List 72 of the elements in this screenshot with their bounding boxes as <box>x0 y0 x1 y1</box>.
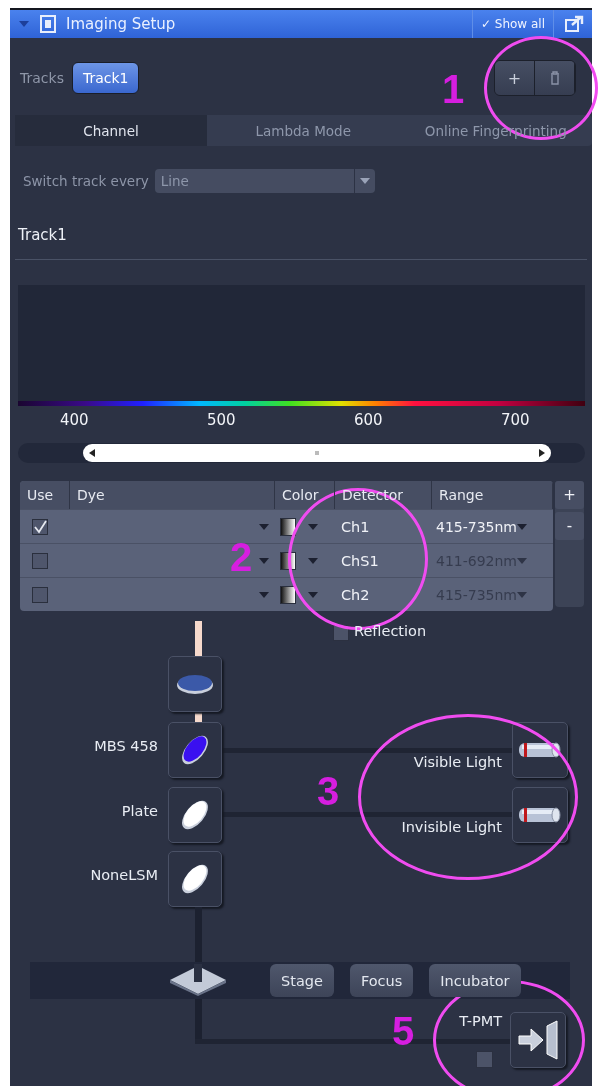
caret-icon[interactable] <box>517 591 527 598</box>
wavelength-label: 600 <box>354 411 383 429</box>
range-slider-track[interactable] <box>18 443 585 463</box>
wavelength-label: 500 <box>207 411 236 429</box>
arrow-left-icon <box>89 449 95 457</box>
stage-button[interactable]: Stage <box>270 964 334 997</box>
color-swatch[interactable] <box>280 517 296 536</box>
color-dropdown-icon[interactable] <box>308 523 318 530</box>
detector-icon <box>517 1020 559 1060</box>
arrow-right-icon <box>539 449 545 457</box>
add-track-button[interactable]: + <box>495 61 535 95</box>
stage-button[interactable]: Incubator <box>429 964 521 997</box>
t-pmt-checkbox[interactable] <box>476 1051 493 1068</box>
optic-button[interactable] <box>168 851 222 907</box>
detector-cell-text: Ch1 <box>340 517 371 537</box>
imaging-icon <box>40 15 56 33</box>
switch-track-label: Switch track every <box>23 173 149 189</box>
range-value[interactable]: 415-735nm <box>436 518 517 535</box>
wavelength-label: 400 <box>60 411 89 429</box>
range-slider-handle[interactable] <box>83 444 551 462</box>
color-dropdown-icon[interactable] <box>308 557 318 564</box>
optic-button[interactable] <box>168 656 222 712</box>
show-all-button[interactable]: ✓ Show all <box>471 10 554 38</box>
trash-icon <box>549 71 560 85</box>
grip-icon <box>315 451 319 455</box>
color-dropdown-icon[interactable] <box>308 591 318 598</box>
dye-dropdown-icon[interactable] <box>259 523 269 530</box>
stage-button[interactable]: Focus <box>349 964 414 997</box>
color-swatch[interactable] <box>280 585 296 604</box>
column-header: Range <box>432 481 553 509</box>
use-checkbox[interactable] <box>32 518 48 535</box>
caret-icon[interactable] <box>517 557 527 564</box>
filter-icon <box>176 674 214 694</box>
track-button[interactable]: Track1 <box>71 62 140 94</box>
tracks-label: Tracks <box>20 70 64 86</box>
callout-number: 2 <box>230 537 253 577</box>
switch-track-dropdown[interactable]: Line <box>154 169 375 193</box>
optic-button[interactable] <box>168 722 222 778</box>
track-title: Track1 <box>18 226 68 246</box>
light-path-label: Visible Light <box>413 754 502 770</box>
lamp-icon <box>518 807 562 823</box>
lamp-icon <box>518 742 562 758</box>
detector-cell-text: Ch2 <box>340 585 371 605</box>
column-header: Use <box>20 481 70 509</box>
remove-channel-button[interactable]: - <box>555 512 584 540</box>
optic-label: Plate <box>121 803 158 819</box>
column-header: Dye <box>70 481 275 509</box>
callout-number: 5 <box>392 1011 415 1051</box>
callout-number: 3 <box>317 771 340 811</box>
tab[interactable]: Lambda Mode <box>207 115 400 146</box>
wavelength-label: 700 <box>501 411 530 429</box>
caret-icon <box>359 178 370 184</box>
callout-number: 1 <box>442 69 465 109</box>
popout-icon[interactable] <box>564 15 584 33</box>
add-channel-button[interactable]: + <box>555 481 584 509</box>
optic-label: NoneLSM <box>90 867 158 883</box>
light-path-label: Invisible Light <box>401 819 502 835</box>
tab[interactable]: Channel <box>15 115 207 146</box>
optic-label: MBS 458 <box>94 738 158 754</box>
t-pmt-label: T-PMT <box>459 1013 502 1029</box>
panel-title: Imaging Setup <box>66 15 176 33</box>
detector-cell-text: ChS1 <box>340 551 380 571</box>
dye-dropdown-icon[interactable] <box>259 557 269 564</box>
light-source-button[interactable] <box>512 722 568 778</box>
reflection-label: Reflection <box>354 623 427 639</box>
t-pmt-button[interactable] <box>510 1012 566 1068</box>
dye-dropdown-icon[interactable] <box>259 591 269 598</box>
optic-button[interactable] <box>168 787 222 843</box>
column-header: Color <box>275 481 335 509</box>
caret-icon[interactable] <box>517 523 527 530</box>
light-source-button[interactable] <box>512 787 568 843</box>
collapse-icon[interactable] <box>18 20 30 28</box>
